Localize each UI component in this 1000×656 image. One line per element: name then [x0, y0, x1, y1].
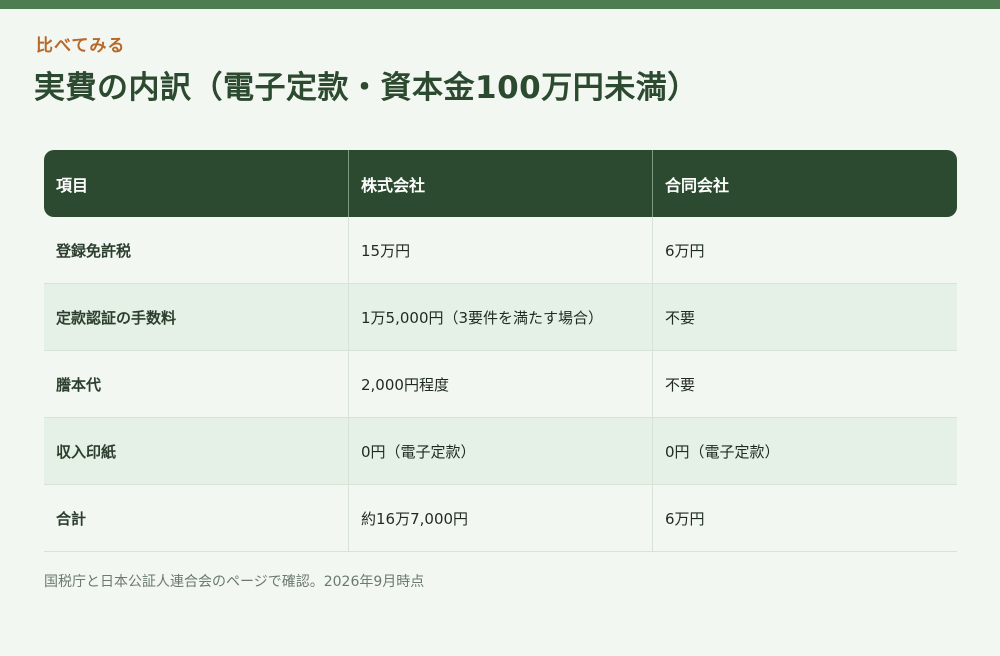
- table-row: 登録免許税 15万円 6万円: [44, 217, 957, 284]
- table-row-total: 合計 約16万7,000円 6万円: [44, 485, 957, 552]
- row-label: 定款認証の手数料: [56, 308, 177, 327]
- kabushiki-value: 0円（電子定款）: [348, 418, 652, 484]
- godo-value: 6万円: [652, 485, 957, 551]
- source-note: 国税庁と日本公証人連合会のページで確認。2026年9月時点: [44, 574, 425, 590]
- row-label: 収入印紙: [56, 442, 117, 461]
- kabushiki-value: 1万5,000円（3要件を満たす場合）: [348, 284, 652, 350]
- kabushiki-value: 2,000円程度: [348, 351, 652, 417]
- table-row: 定款認証の手数料 1万5,000円（3要件を満たす場合） 不要: [44, 284, 957, 351]
- header-godo: 合同会社: [652, 150, 957, 217]
- page-title: 実費の内訳（電子定款・資本金100万円未満）: [34, 70, 699, 106]
- row-label: 登録免許税: [56, 241, 132, 260]
- godo-value: 0円（電子定款）: [652, 418, 957, 484]
- table-row: 謄本代 2,000円程度 不要: [44, 351, 957, 418]
- godo-value: 不要: [652, 351, 957, 417]
- godo-value: 不要: [652, 284, 957, 350]
- table-header: 項目 株式会社 合同会社: [44, 150, 957, 217]
- kabushiki-value: 15万円: [348, 217, 652, 283]
- kabushiki-value: 約16万7,000円: [348, 485, 652, 551]
- cost-comparison-table: 項目 株式会社 合同会社 登録免許税 15万円 6万円 定款認証の手数料 1万5…: [44, 150, 957, 552]
- table-row: 収入印紙 0円（電子定款） 0円（電子定款）: [44, 418, 957, 485]
- row-label: 合計: [56, 509, 87, 528]
- top-accent-bar: [0, 0, 1000, 9]
- godo-value: 6万円: [652, 217, 957, 283]
- header-item: 項目: [56, 175, 89, 195]
- row-label: 謄本代: [56, 375, 102, 394]
- header-kabushiki: 株式会社: [348, 150, 652, 217]
- section-eyebrow: 比べてみる: [36, 36, 126, 56]
